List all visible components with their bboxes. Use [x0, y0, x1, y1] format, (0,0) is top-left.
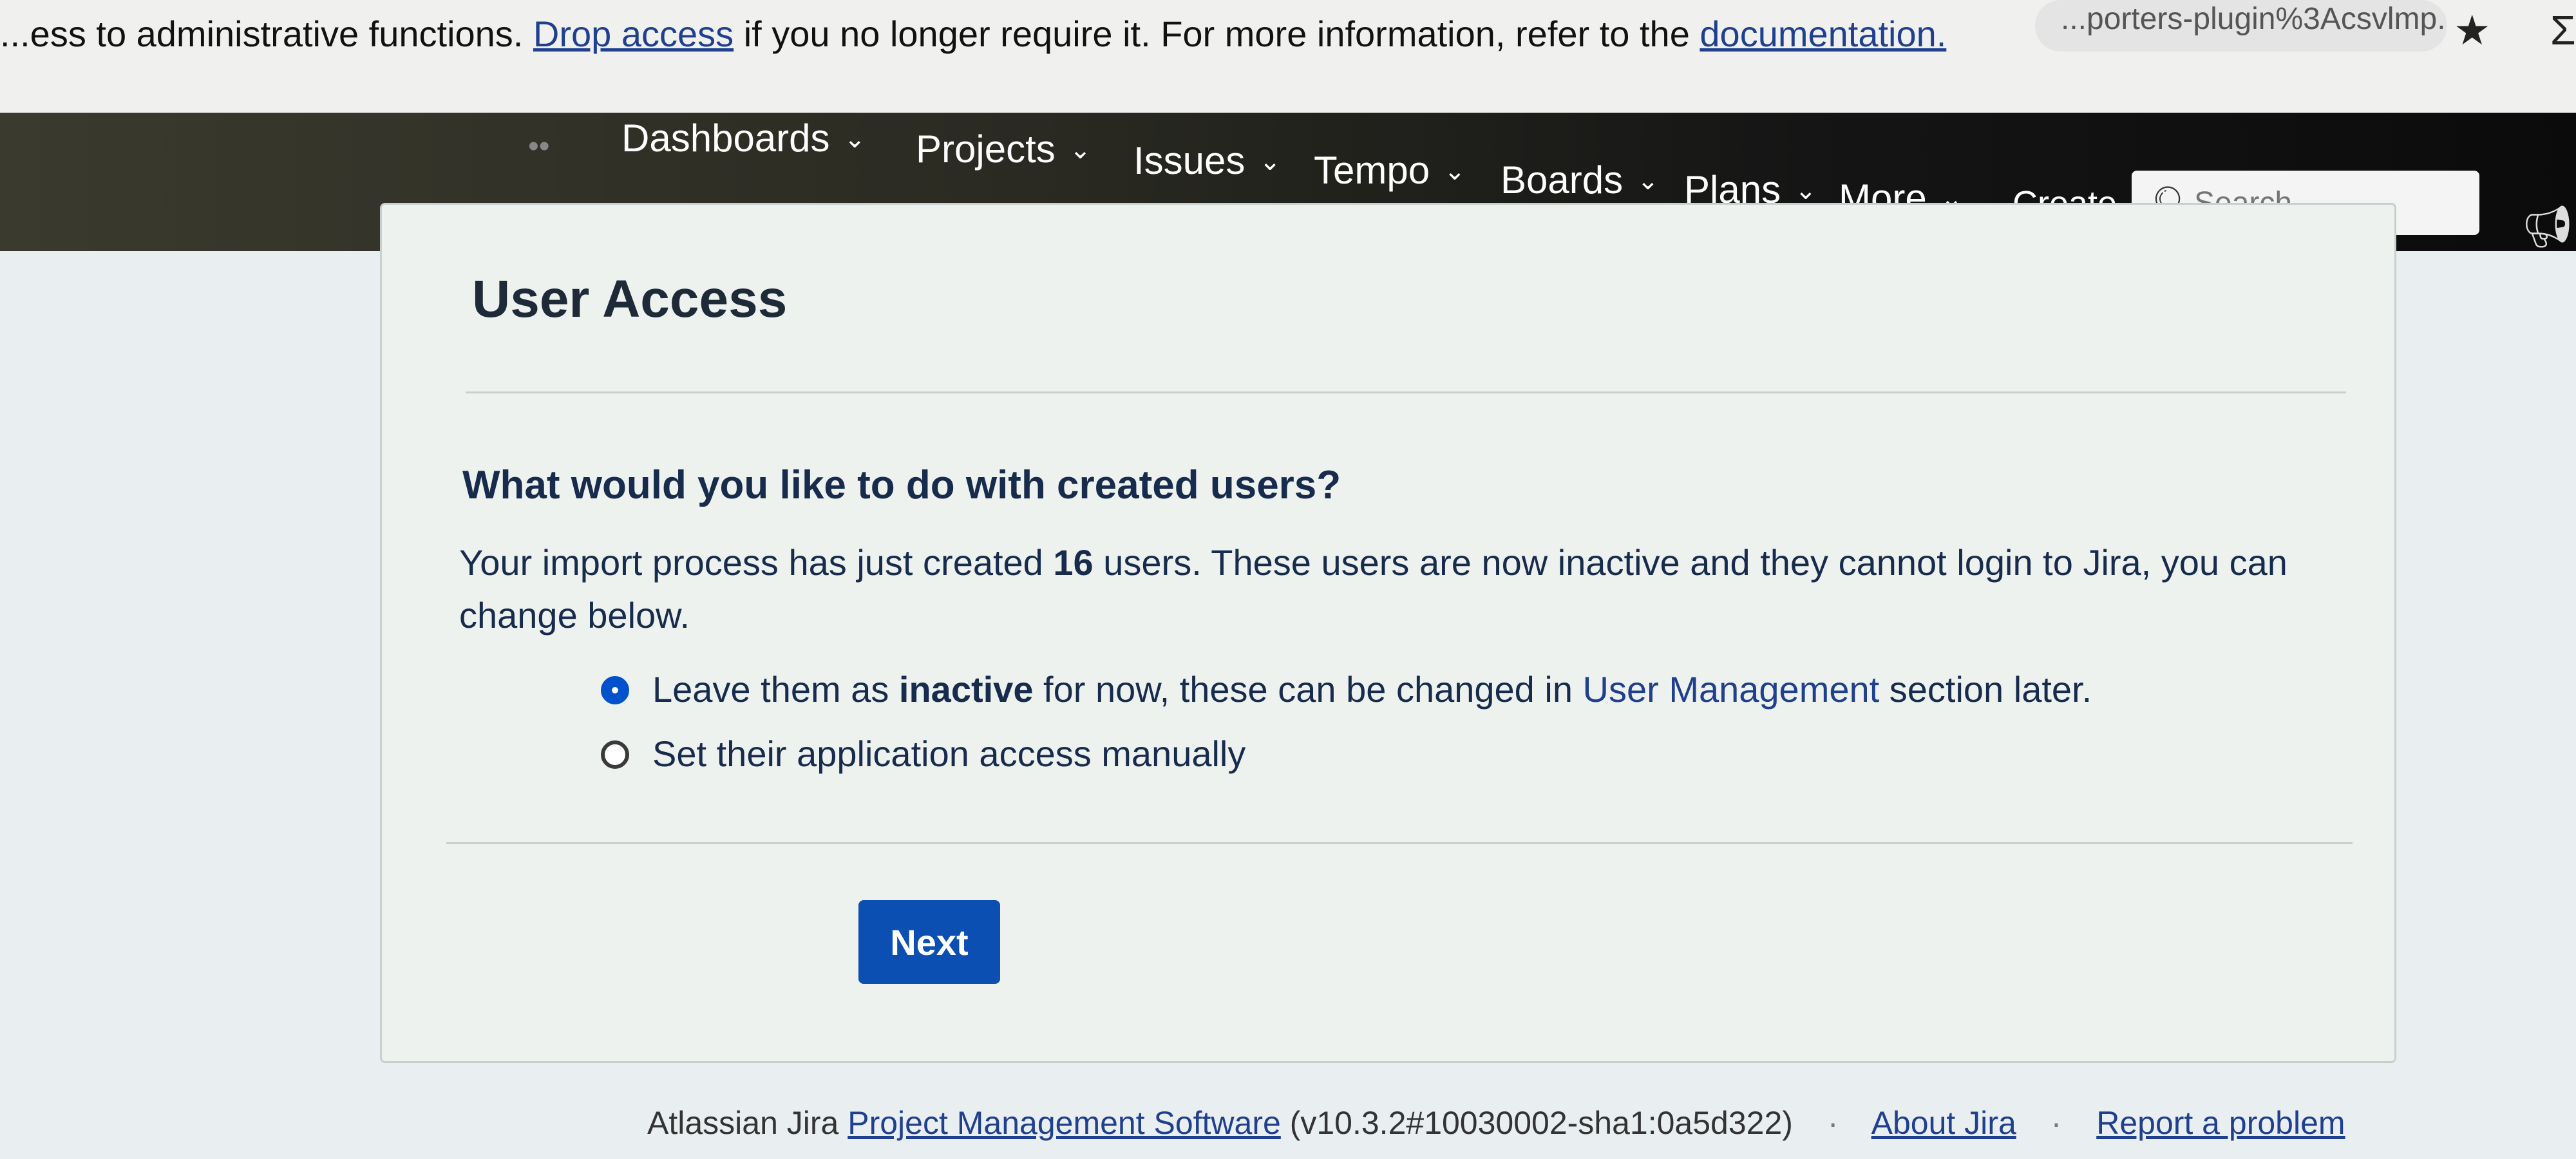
- chevron-down-icon: ⌄: [844, 125, 866, 153]
- chevron-down-icon: ⌄: [1795, 176, 1817, 205]
- nav-item-issues[interactable]: Issues ⌄: [1133, 138, 1281, 183]
- nav-item-label: Issues: [1133, 139, 1245, 182]
- drop-access-link[interactable]: Drop access: [533, 14, 734, 54]
- footer-version: (v10.3.2#10030002-sha1:0a5d322): [1289, 1105, 1793, 1141]
- nav-item-projects[interactable]: Projects ⌄: [916, 127, 1091, 171]
- address-bar[interactable]: ...porters-plugin%3Acsvlmp...: [2035, 0, 2447, 52]
- chevron-down-icon: ⌄: [1444, 157, 1466, 185]
- description-text: Your import process has just created 16 …: [459, 536, 2365, 642]
- footer-prefix: Atlassian Jira: [647, 1105, 839, 1141]
- nav-item-dashboards[interactable]: Dashboards ⌄: [621, 116, 866, 160]
- option-bold-text: inactive: [898, 669, 1034, 710]
- radio-unselected-icon[interactable]: [601, 740, 629, 769]
- chevron-down-icon: ⌄: [1069, 136, 1092, 164]
- project-management-software-link[interactable]: Project Management Software: [848, 1105, 1281, 1141]
- documentation-link[interactable]: documentation.: [1700, 14, 1946, 54]
- chevron-down-icon: ⌄: [1259, 147, 1281, 176]
- announcement-icon[interactable]: 📢︎: [2521, 203, 2573, 251]
- option-text: section later.: [1889, 669, 2092, 710]
- nav-item-label: Dashboards: [621, 117, 830, 160]
- banner-message: ...ess to administrative functions. Drop…: [0, 13, 1946, 55]
- option-text: for now, these can be changed in: [1043, 669, 1573, 710]
- option-set-access-label: Set their application access manually: [652, 733, 1246, 774]
- user-access-panel: User Access What would you like to do wi…: [380, 203, 2396, 1063]
- banner-message-prefix: ...ess to administrative functions.: [0, 14, 524, 54]
- page-title: User Access: [472, 270, 788, 328]
- radio-selected-icon[interactable]: [601, 676, 629, 704]
- admin-banner: ...ess to administrative functions. Drop…: [0, 0, 2576, 113]
- option-leave-inactive-label: Leave them as inactive for now, these ca…: [652, 668, 2092, 710]
- user-management-link[interactable]: User Management: [1583, 669, 1880, 710]
- section-question: What would you like to do with created u…: [462, 463, 1341, 507]
- about-jira-link[interactable]: About Jira: [1871, 1105, 2016, 1141]
- nav-item-boards[interactable]: Boards ⌄: [1501, 158, 1659, 202]
- description-before: Your import process has just created: [459, 542, 1043, 583]
- option-text: Leave them as: [652, 669, 889, 710]
- footer-separator: ·: [1827, 1105, 1839, 1141]
- nav-item-label: Projects: [916, 127, 1056, 171]
- nav-item-tempo[interactable]: Tempo ⌄: [1314, 148, 1466, 193]
- footer-separator: ·: [2050, 1105, 2062, 1141]
- divider: [446, 842, 2353, 844]
- nav-item-label: Tempo: [1314, 149, 1430, 192]
- banner-message-middle: if you no longer require it. For more in…: [743, 14, 1690, 54]
- next-button[interactable]: Next: [858, 900, 1000, 984]
- footer: Atlassian Jira Project Management Softwa…: [647, 1104, 2345, 1142]
- report-problem-link[interactable]: Report a problem: [2096, 1105, 2345, 1141]
- bookmark-star-icon[interactable]: ★: [2454, 6, 2490, 55]
- divider: [466, 391, 2346, 393]
- user-count: 16: [1053, 542, 1094, 583]
- nav-item-label: Boards: [1501, 158, 1624, 202]
- chevron-down-icon: ⌄: [1637, 167, 1659, 195]
- address-bar-text: ...porters-plugin%3Acsvlmp...: [2061, 2, 2447, 36]
- app-switcher-icon[interactable]: ••: [528, 129, 550, 164]
- extension-icon[interactable]: Σ: [2550, 6, 2576, 54]
